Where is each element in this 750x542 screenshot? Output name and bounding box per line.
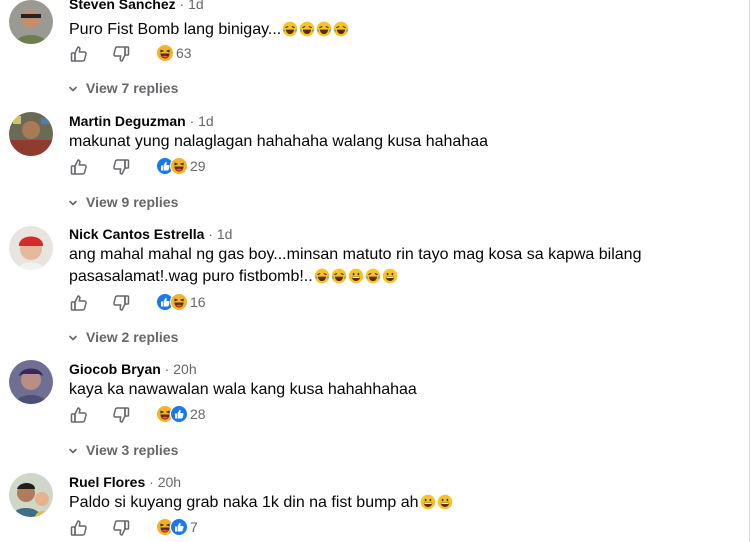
thumbs-down-icon [113,520,130,536]
separator-dot: · [204,226,217,242]
like-button[interactable] [69,405,89,425]
comment-text: kaya ka nawawalan wala kang kusa hahahha… [69,379,669,401]
dislike-button[interactable] [111,157,131,177]
like-button[interactable] [69,157,89,177]
dislike-button[interactable] [111,293,131,313]
comment-age[interactable]: 20h [173,361,196,377]
reaction-count: 16 [190,294,206,310]
thumbs-down-icon [113,159,130,175]
like-reaction-icon [170,405,188,423]
comment-header: Martin Deguzman · 1d [69,113,214,129]
view-replies-link[interactable]: View 2 replies [68,329,178,345]
comment-age[interactable]: 1d [188,0,204,12]
author-name[interactable]: Martin Deguzman [69,113,186,129]
view-replies-label: View 7 replies [86,80,179,96]
laughing-tears-icon [316,21,332,37]
thumbs-down-icon [113,295,130,311]
chevron-down-icon [68,198,78,208]
like-reaction-icon [170,518,188,536]
laughing-tears-icon [365,268,381,284]
avatar[interactable] [9,0,53,44]
view-replies-label: View 9 replies [86,194,179,210]
comment-text: Puro Fist Bomb lang binigay... [69,19,669,41]
reaction-count: 7 [190,519,198,535]
comment-text: ang mahal mahal ng gas boy...minsan matu… [69,244,669,288]
comment-age[interactable]: 1d [217,226,233,242]
avatar[interactable] [9,226,53,270]
thumbs-down-icon [113,407,130,423]
grin-icon [437,494,453,510]
avatar[interactable] [9,112,53,156]
avatar[interactable] [9,473,53,517]
thumbs-down-icon [113,46,130,62]
chevron-down-icon [68,446,78,456]
comment-header: Nick Cantos Estrella · 1d [69,226,232,242]
comment-header: Giocob Bryan · 20h [69,361,197,377]
view-replies-link[interactable]: View 7 replies [68,80,178,96]
dislike-button[interactable] [111,44,131,64]
haha-reaction-icon [170,293,188,311]
dislike-button[interactable] [111,518,131,538]
reaction-count: 28 [190,406,206,422]
view-replies-label: View 3 replies [86,442,179,458]
author-name[interactable]: Nick Cantos Estrella [69,226,204,242]
reaction-count: 29 [190,158,206,174]
author-name[interactable]: Giocob Bryan [69,361,161,377]
reaction-summary[interactable]: 16 [156,293,206,313]
thumbs-up-icon [70,520,87,536]
reaction-summary[interactable]: 63 [156,44,192,64]
like-button[interactable] [69,44,89,64]
comment-body: Paldo si kuyang grab naka 1k din na fist… [69,494,419,511]
comment-text: Paldo si kuyang grab naka 1k din na fist… [69,492,669,514]
grin-icon [420,494,436,510]
laughing-tears-icon [331,268,347,284]
comment-age[interactable]: 20h [158,474,181,490]
comment-header: Steven Sanchez · 1d [69,0,204,12]
grin-icon [382,268,398,284]
laughing-tears-icon [333,21,349,37]
thumbs-up-icon [70,46,87,62]
reaction-count: 63 [176,45,192,61]
laughing-tears-icon [314,268,330,284]
view-replies-link[interactable]: View 3 replies [68,442,178,458]
thumbs-up-icon [70,295,87,311]
comment-age[interactable]: 1d [198,113,214,129]
comment-body: makunat yung nalaglagan hahahaha walang … [69,133,489,150]
author-name[interactable]: Steven Sanchez [69,0,176,12]
author-name[interactable]: Ruel Flores [69,474,145,490]
haha-reaction-icon [170,157,188,175]
chevron-down-icon [68,84,78,94]
comment-body: kaya ka nawawalan wala kang kusa hahahha… [69,381,417,398]
view-replies-link[interactable]: View 9 replies [68,194,178,210]
separator-dot: · [160,361,174,377]
chevron-down-icon [68,333,78,343]
like-button[interactable] [69,518,89,538]
laughing-tears-icon [299,21,315,37]
reaction-summary[interactable]: 28 [156,405,206,425]
reaction-summary[interactable]: 7 [156,518,198,538]
thumbs-up-icon [70,159,87,175]
separator-dot: · [175,0,189,12]
laughing-tears-icon [282,21,298,37]
separator-dot: · [145,474,158,490]
view-replies-label: View 2 replies [86,329,179,345]
haha-reaction-icon [156,44,174,62]
avatar[interactable] [9,360,53,404]
grin-icon [348,268,364,284]
dislike-button[interactable] [111,405,131,425]
comment-text: makunat yung nalaglagan hahahaha walang … [69,131,669,153]
separator-dot: · [185,113,199,129]
reaction-summary[interactable]: 29 [156,157,206,177]
like-button[interactable] [69,293,89,313]
comment-body: Puro Fist Bomb lang binigay... [69,21,282,38]
thumbs-up-icon [70,407,87,423]
comment-header: Ruel Flores · 20h [69,474,181,490]
